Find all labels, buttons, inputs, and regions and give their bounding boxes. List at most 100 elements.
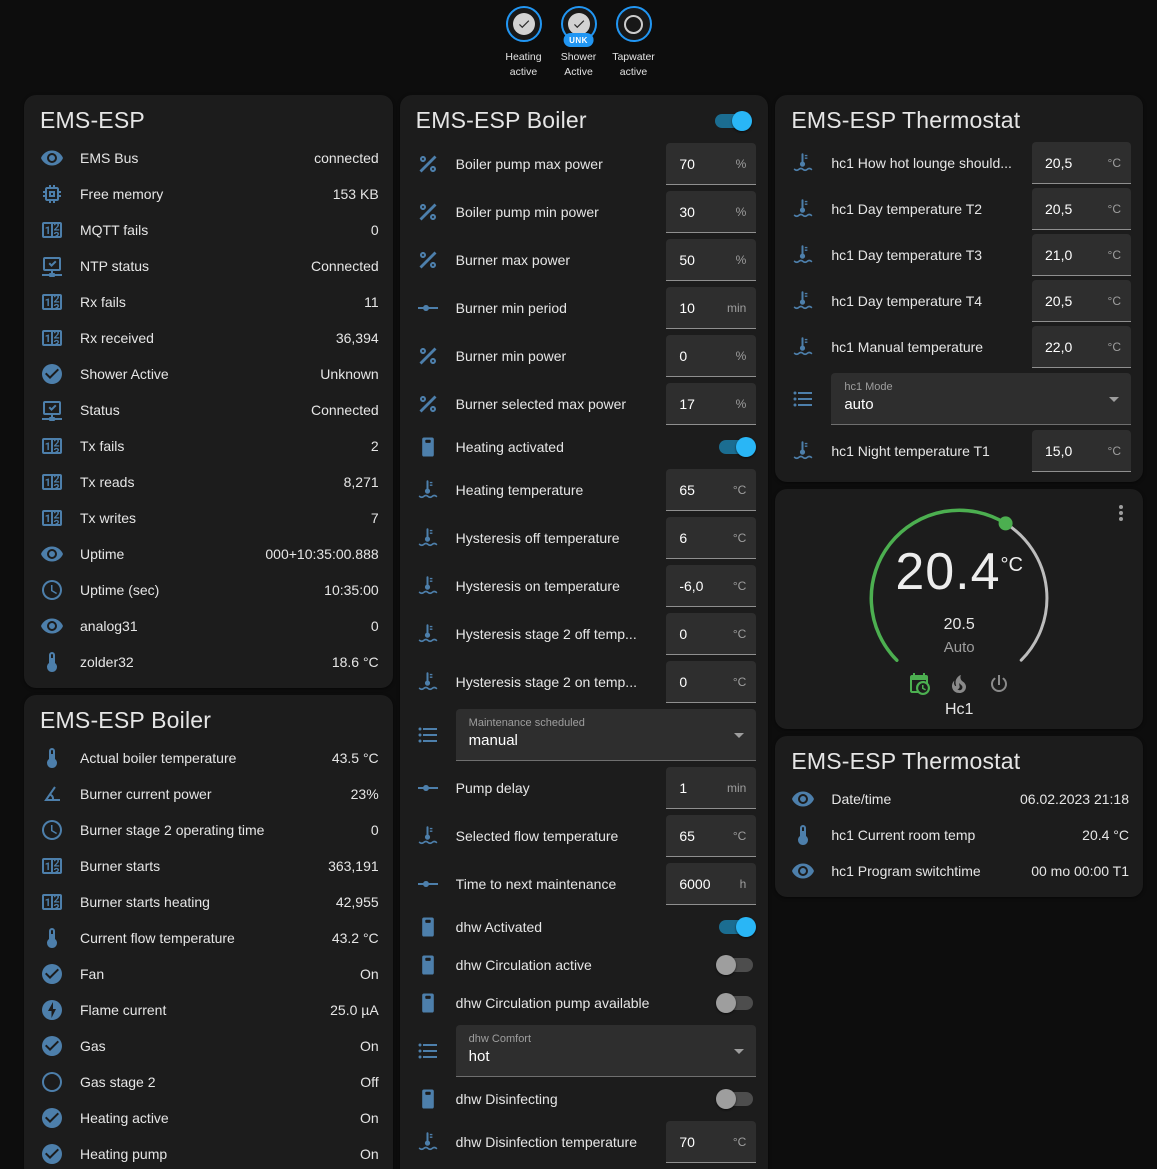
entity-row[interactable]: zolder3218.6 °C <box>24 644 393 680</box>
entity-row[interactable]: Actual boiler temperature43.5 °C <box>24 740 393 776</box>
water-heater-icon <box>416 991 440 1015</box>
input-unit: % <box>736 349 747 363</box>
entity-label: Heating pump <box>80 1146 352 1162</box>
entity-label: Boiler pump max power <box>456 156 667 172</box>
entity-row[interactable]: EMS Busconnected <box>24 140 393 176</box>
card-ems-esp: EMS-ESP EMS BusconnectedFree memory153 K… <box>24 95 393 688</box>
entity-row: Hysteresis stage 2 on temp...0°C <box>400 658 769 706</box>
entity-row[interactable]: Free memory153 KB <box>24 176 393 212</box>
entity-row[interactable]: hc1 Program switchtime00 mo 00:00 T1 <box>775 853 1143 889</box>
card-header-toggle[interactable] <box>712 111 752 131</box>
number-input[interactable]: 0°C <box>666 661 756 703</box>
entity-row: Burner min period10min <box>400 284 769 332</box>
thermometer-icon <box>40 650 64 674</box>
entity-row[interactable]: MQTT fails0 <box>24 212 393 248</box>
entity-row[interactable]: Heating pump On <box>24 1136 393 1169</box>
number-input[interactable]: 22,0°C <box>1032 326 1131 368</box>
entity-row[interactable]: Flame current25.0 µA <box>24 992 393 1028</box>
number-input[interactable]: 1min <box>666 767 756 809</box>
entity-label: analog31 <box>80 618 363 634</box>
entity-row[interactable]: Current flow temperature43.2 °C <box>24 920 393 956</box>
glance-badge[interactable]: Heatingactive <box>499 6 549 80</box>
input-unit: % <box>736 205 747 219</box>
entity-row[interactable]: Burner stage 2 operating time0 <box>24 812 393 848</box>
toggle-switch[interactable] <box>716 955 756 975</box>
number-input[interactable]: 70% <box>666 143 756 185</box>
select-input[interactable]: dhw Comforthot <box>456 1025 757 1077</box>
number-input[interactable]: 0°C <box>666 613 756 655</box>
number-input[interactable]: 65°C <box>666 469 756 511</box>
entity-row[interactable]: Uptime (sec)10:35:00 <box>24 572 393 608</box>
entity-row[interactable]: FanOn <box>24 956 393 992</box>
calendar-clock-icon[interactable] <box>907 672 931 696</box>
current-temperature: 20.4°C <box>859 542 1059 602</box>
card-title: EMS-ESP Boiler <box>40 707 211 734</box>
number-input[interactable]: 65°C <box>666 815 756 857</box>
toggle-switch[interactable] <box>716 437 756 457</box>
entity-row[interactable]: Heating activeOn <box>24 1100 393 1136</box>
select-input[interactable]: Maintenance scheduledmanual <box>456 709 757 761</box>
entity-row[interactable]: Tx fails2 <box>24 428 393 464</box>
entity-label: Fan <box>80 966 352 982</box>
network-check-icon <box>40 398 64 422</box>
thermo-water-icon <box>791 439 815 463</box>
entity-row: Hysteresis off temperature6°C <box>400 514 769 562</box>
entity-row[interactable]: Burner current power23% <box>24 776 393 812</box>
input-value: 65 <box>679 828 695 844</box>
number-input[interactable]: -6,0°C <box>666 565 756 607</box>
entity-row[interactable]: Shower ActiveUnknown <box>24 356 393 392</box>
number-input[interactable]: 21,0°C <box>1032 234 1131 276</box>
entity-row[interactable]: Tx writes7 <box>24 500 393 536</box>
input-value: 6000 <box>679 876 710 892</box>
number-input[interactable]: 50% <box>666 239 756 281</box>
entity-row[interactable]: Rx received36,394 <box>24 320 393 356</box>
thermostat-name: Hc1 <box>775 701 1143 719</box>
entity-row[interactable]: hc1 Current room temp20.4 °C <box>775 817 1143 853</box>
entity-row: dhw Circulation active <box>400 946 769 984</box>
number-input[interactable]: 15,0°C <box>1032 430 1131 472</box>
list-icon <box>416 723 440 747</box>
number-input[interactable]: 20,5°C <box>1032 188 1131 230</box>
entity-row[interactable]: Date/time06.02.2023 21:18 <box>775 781 1143 817</box>
entity-row[interactable]: GasOn <box>24 1028 393 1064</box>
number-input[interactable]: 30% <box>666 191 756 233</box>
entity-label: Burner current power <box>80 786 343 802</box>
entity-row[interactable]: analog31 0 <box>24 608 393 644</box>
fire-icon[interactable] <box>947 672 971 696</box>
badge-circle: UNK <box>561 6 597 42</box>
number-input[interactable]: 20,5°C <box>1032 280 1131 322</box>
entity-row: hc1 Day temperature T321,0°C <box>775 232 1143 278</box>
entity-row[interactable]: Burner starts heating42,955 <box>24 884 393 920</box>
power-icon[interactable] <box>987 672 1011 696</box>
input-unit: % <box>736 253 747 267</box>
select-label: hc1 Mode <box>844 381 1099 393</box>
glance-badge[interactable]: Tapwateractive <box>609 6 659 80</box>
select-label: dhw Comfort <box>469 1033 725 1045</box>
entity-row[interactable]: Rx fails11 <box>24 284 393 320</box>
glance-badge[interactable]: UNKShowerActive <box>554 6 604 80</box>
number-input[interactable]: 0% <box>666 335 756 377</box>
entity-row[interactable]: Tx reads8,271 <box>24 464 393 500</box>
toggle-switch[interactable] <box>716 993 756 1013</box>
toggle-switch[interactable] <box>716 917 756 937</box>
number-input[interactable]: 6000h <box>666 863 756 905</box>
entity-row[interactable]: Burner starts363,191 <box>24 848 393 884</box>
number-input[interactable]: 6°C <box>666 517 756 559</box>
entity-value: On <box>360 1146 379 1162</box>
thermostat-dial[interactable]: 20.4°C 20.5 Auto <box>859 498 1059 698</box>
entity-label: Tx fails <box>80 438 363 454</box>
number-input[interactable]: 70°C <box>666 1121 756 1163</box>
number-input[interactable]: 10min <box>666 287 756 329</box>
entity-value: 363,191 <box>328 858 379 874</box>
entity-value: 0 <box>371 618 379 634</box>
clock-icon <box>40 818 64 842</box>
entity-row[interactable]: NTP statusConnected <box>24 248 393 284</box>
entity-row[interactable]: Uptime000+10:35:00.888 <box>24 536 393 572</box>
number-input[interactable]: 20,5°C <box>1032 142 1131 184</box>
select-input[interactable]: hc1 Modeauto <box>831 373 1131 425</box>
entity-row[interactable]: Gas stage 2Off <box>24 1064 393 1100</box>
dots-vertical-icon[interactable] <box>1109 501 1133 525</box>
entity-row[interactable]: StatusConnected <box>24 392 393 428</box>
toggle-switch[interactable] <box>716 1089 756 1109</box>
number-input[interactable]: 17% <box>666 383 756 425</box>
